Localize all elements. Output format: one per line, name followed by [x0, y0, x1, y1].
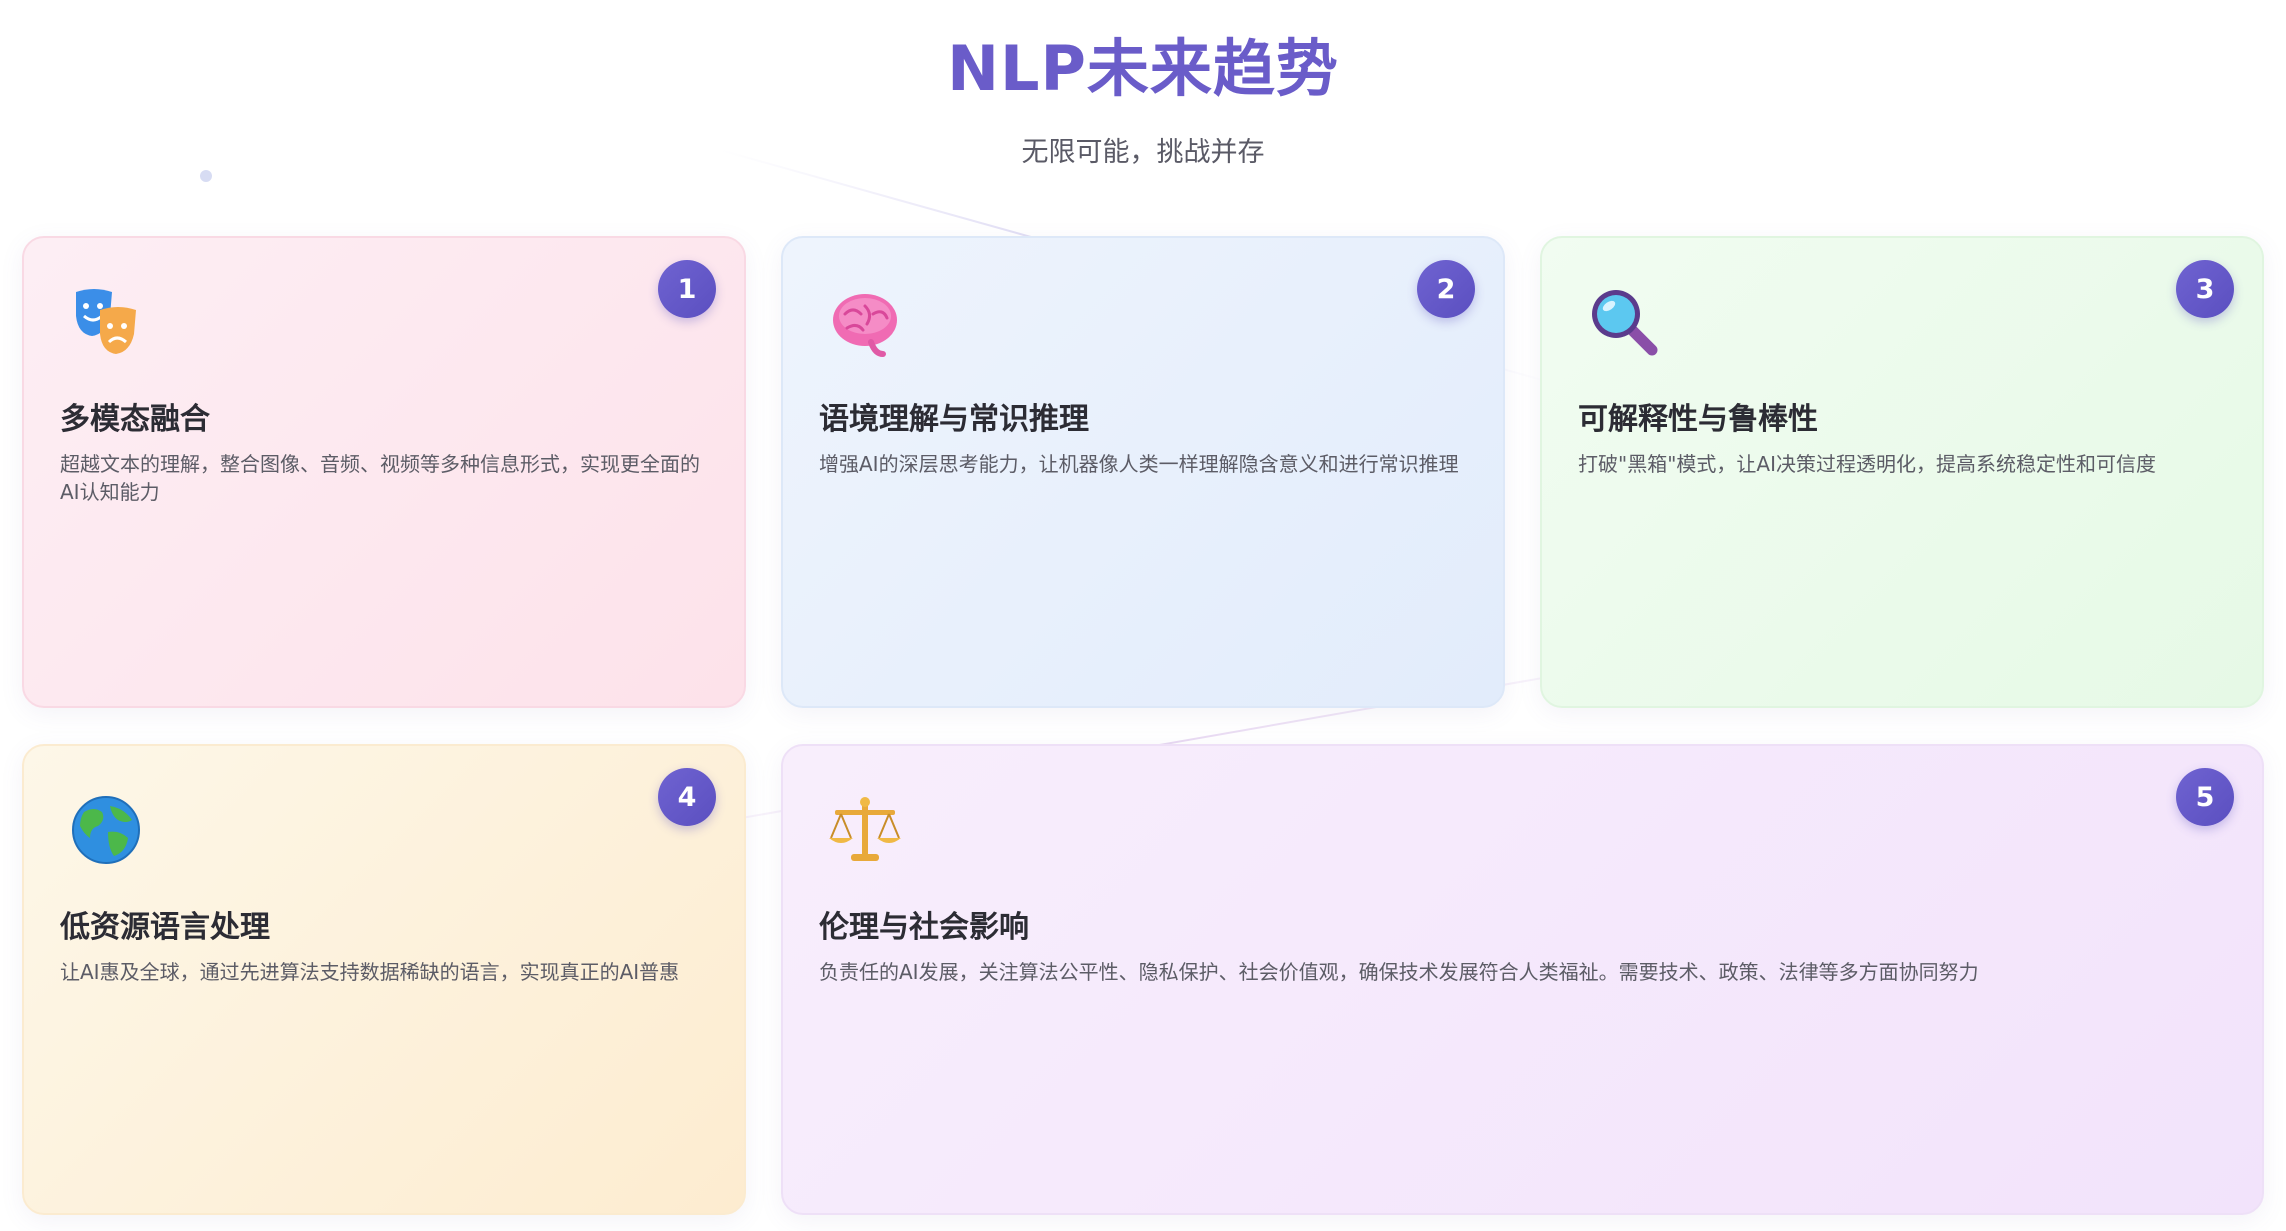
decorative-dot	[200, 170, 212, 182]
magnifying-glass-icon	[1586, 284, 1662, 360]
card-number-badge: 3	[2176, 260, 2234, 318]
page: NLP未来趋势 无限可能，挑战并存 1 多模态融合 超越文本的理解，整合图像、音…	[0, 0, 2286, 1231]
trend-card-explainability[interactable]: 3 可解释性与鲁棒性 打破"黑箱"模式，让AI决策过程透明化，提高系统稳定性和可…	[1540, 236, 2264, 708]
card-number-badge: 4	[658, 768, 716, 826]
card-description: 打破"黑箱"模式，让AI决策过程透明化，提高系统稳定性和可信度	[1578, 452, 2156, 476]
trend-card-reasoning[interactable]: 2 语境理解与常识推理 增强AI的深层思考能力，让机器像人类一样理解隐含意义和进…	[781, 236, 1505, 708]
trend-card-multimodal[interactable]: 1 多模态融合 超越文本的理解，整合图像、音频、视频等多种信息形式，实现更全面的…	[22, 236, 746, 708]
theater-masks-icon	[68, 284, 144, 360]
card-title: 语境理解与常识推理	[819, 402, 1089, 437]
globe-icon	[68, 792, 144, 868]
card-number-badge: 2	[1417, 260, 1475, 318]
card-number-badge: 5	[2176, 768, 2234, 826]
card-title: 伦理与社会影响	[819, 910, 1029, 945]
card-title: 多模态融合	[60, 402, 210, 437]
trend-card-low-resource[interactable]: 4 低资源语言处理 让AI惠及全球，通过先进算法支持数据稀缺的语言，实现真正的A…	[22, 744, 746, 1215]
card-description: 让AI惠及全球，通过先进算法支持数据稀缺的语言，实现真正的AI普惠	[60, 960, 680, 984]
balance-scale-icon	[827, 792, 903, 868]
card-description: 增强AI的深层思考能力，让机器像人类一样理解隐含意义和进行常识推理	[819, 452, 1459, 476]
trend-card-ethics[interactable]: 5 伦理与社会影响 负责任的AI发展，关注算法公平性、隐私保护、社会价值观，确保…	[781, 744, 2264, 1215]
page-title: NLP未来趋势	[947, 32, 1339, 105]
card-description: 负责任的AI发展，关注算法公平性、隐私保护、社会价值观，确保技术发展符合人类福祉…	[819, 960, 1979, 984]
card-description: 超越文本的理解，整合图像、音频、视频等多种信息形式，实现更全面的AI认知能力	[60, 452, 700, 504]
brain-icon	[827, 284, 903, 360]
card-title: 低资源语言处理	[60, 910, 270, 945]
card-title: 可解释性与鲁棒性	[1578, 402, 1818, 437]
page-subtitle: 无限可能，挑战并存	[1021, 137, 1265, 168]
card-number-badge: 1	[658, 260, 716, 318]
